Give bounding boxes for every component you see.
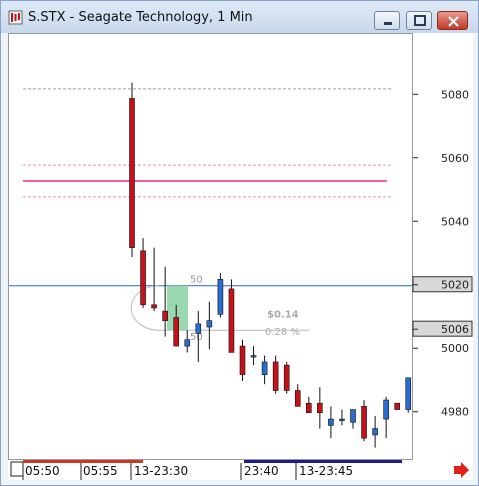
candle-body-24 <box>394 402 401 410</box>
time-label-2: 13-23:30 <box>134 464 188 478</box>
close-button[interactable] <box>437 11 468 30</box>
candle-body-5 <box>184 339 191 347</box>
price-tick-label-4: 5006 <box>441 323 469 336</box>
time-label-1: 05:55 <box>83 464 118 478</box>
candle-body-20 <box>350 409 356 423</box>
candle-body-11 <box>250 355 257 358</box>
price-tick-label-6: 4980 <box>441 406 469 419</box>
candle-body-22 <box>372 428 378 436</box>
time-axis-svg: 05:50 05:55 13-23:30 23:40 13-23:45 <box>10 460 469 480</box>
price-tick-label-0: 5080 <box>441 88 469 101</box>
candle-body-3 <box>162 310 168 321</box>
candle-body-1 <box>140 250 146 306</box>
candle-body-7 <box>206 320 213 328</box>
price-tick-label-2: 5040 <box>441 215 469 228</box>
title-bar[interactable]: S.STX - Seagate Technology, 1 Min <box>1 1 478 33</box>
maximize-icon <box>414 15 426 26</box>
trade-profit-label: $0.14 <box>267 309 299 320</box>
candlestick-chart: 50 50 $0.14 0.28 % <box>9 82 414 448</box>
minimize-button[interactable] <box>374 11 400 30</box>
candle-body-21 <box>361 406 367 439</box>
price-tick-label-5: 5000 <box>441 342 469 355</box>
scroll-track-navy <box>244 460 402 463</box>
close-icon <box>448 16 459 27</box>
time-axis-bar: 05:50 05:55 13-23:30 23:40 13-23:45 <box>8 460 473 480</box>
time-label-3: 23:40 <box>244 464 279 478</box>
time-label-4: 13-23:45 <box>299 464 353 478</box>
maximize-button[interactable] <box>406 11 432 30</box>
time-label-0: 05:50 <box>25 464 60 478</box>
candle-body-2 <box>151 304 157 309</box>
candle-body-6 <box>195 323 202 334</box>
candle-body-0 <box>129 98 135 248</box>
candle-body-16 <box>305 402 312 414</box>
candle-body-9 <box>228 288 235 353</box>
candle-body-17 <box>317 402 323 414</box>
candle-body-15 <box>294 390 301 407</box>
chart-window: S.STX - Seagate Technology, 1 Min 50 50 $0… <box>0 0 479 486</box>
candle-body-18 <box>328 418 334 426</box>
trade-qty-top-label: 50 <box>190 275 203 286</box>
price-tick-label-3: 5020 <box>441 279 469 292</box>
price-axis[interactable]: 5080 5060 5040 5020 5006 5000 4980 <box>412 33 473 460</box>
scroll-track-red <box>23 460 143 463</box>
candle-body-25 <box>405 377 412 410</box>
candle-body-12 <box>261 361 268 375</box>
price-axis-svg: 5080 5060 5040 5020 5006 5000 4980 <box>412 88 473 419</box>
scroll-right-arrow-icon[interactable] <box>454 462 469 478</box>
chart-app-icon <box>8 10 23 25</box>
trade-qty-bottom-label: 50 <box>190 332 203 343</box>
candle-body-4 <box>173 317 179 347</box>
candle-body-23 <box>383 399 389 420</box>
candle-body-19 <box>339 418 345 421</box>
chart-plot-area[interactable]: 50 50 $0.14 0.28 % <box>8 33 414 460</box>
candle-body-8 <box>217 279 224 315</box>
candle-body-13 <box>272 361 279 391</box>
candle-body-14 <box>283 364 290 391</box>
window-title: S.STX - Seagate Technology, 1 Min <box>28 10 253 25</box>
minimize-icon <box>384 22 392 25</box>
scrollbar-thumb[interactable] <box>10 461 24 477</box>
candle-body-10 <box>239 345 246 375</box>
price-tick-label-1: 5060 <box>441 152 469 165</box>
trade-percent-label: 0.28 % <box>265 327 300 338</box>
